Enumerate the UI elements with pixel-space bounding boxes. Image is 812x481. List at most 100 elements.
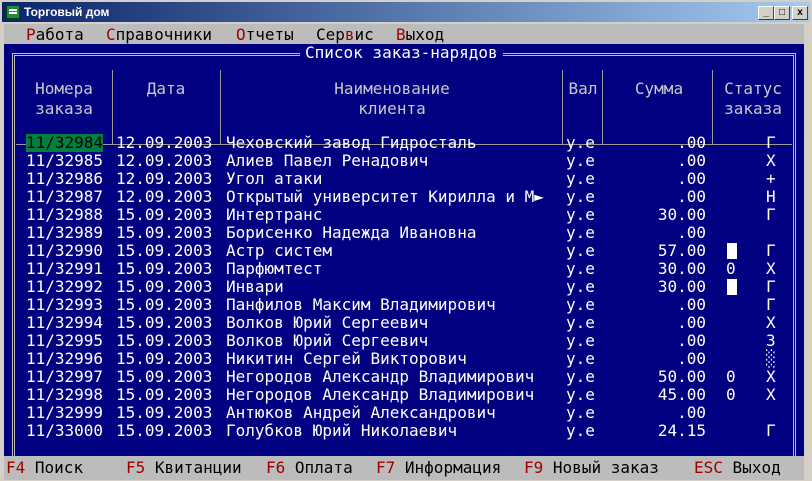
- fkey-label: Оплата: [294, 458, 353, 477]
- date-cell: 12.09.2003: [116, 169, 213, 188]
- status-cell: Х: [766, 367, 776, 386]
- client-cell: Голубков Юрий Николаевич: [226, 421, 458, 440]
- status-cell: Н: [766, 187, 776, 206]
- fkey-f5[interactable]: F5 Квитанции: [126, 458, 242, 478]
- client-cell: Волков Юрий Сергеевич: [226, 313, 429, 332]
- date-cell: 15.09.2003: [116, 241, 213, 260]
- menu-label: абота: [35, 25, 84, 44]
- header-currency: Вал: [568, 79, 598, 98]
- order-number-cell: 11/32991: [26, 259, 104, 278]
- menu-item-vyhod[interactable]: Выход: [396, 26, 444, 44]
- currency-cell: у.е: [566, 187, 595, 206]
- date-cell: 15.09.2003: [116, 313, 213, 332]
- fkey-f4[interactable]: F4 Поиск: [6, 458, 83, 478]
- column-divider: [712, 70, 713, 144]
- client-cell: Астр систем: [226, 241, 332, 260]
- amount-cell: 50.00: [657, 367, 706, 386]
- minimize-button[interactable]: _: [758, 6, 774, 20]
- status-cell: ░: [766, 349, 776, 368]
- order-number-cell: 11/32992: [26, 277, 104, 296]
- client-cell: Борисенко Надежда Ивановна: [226, 223, 477, 242]
- status-cell: Г: [766, 205, 776, 224]
- amount-cell: .00: [677, 295, 706, 314]
- order-number-cell: 11/32995: [26, 331, 104, 350]
- client-cell: Никитин Сергей Викторович: [226, 349, 467, 368]
- currency-cell: у.е: [566, 385, 595, 404]
- amount-cell: .00: [677, 223, 706, 242]
- client-cell: Панфилов Максим Владимирович: [226, 295, 496, 314]
- console-area: Работа Справочники Отчеты Сервис Выход С…: [4, 24, 804, 480]
- fkey-f7[interactable]: F7 Информация: [376, 458, 501, 478]
- date-cell: 15.09.2003: [116, 205, 213, 224]
- menu-label: ис: [354, 25, 374, 44]
- order-number-cell: 11/32993: [26, 295, 104, 314]
- date-cell: 12.09.2003: [116, 151, 213, 170]
- menu-item-spravochniki[interactable]: Справочники: [106, 26, 212, 44]
- menu-label: ыход: [405, 25, 445, 44]
- fkey-key: F6: [266, 458, 286, 477]
- amount-cell: .00: [677, 313, 706, 332]
- amount-cell: 30.00: [657, 205, 706, 224]
- menu-item-otchety[interactable]: Отчеты: [236, 26, 294, 44]
- fkey-f6[interactable]: F6 Оплата: [266, 458, 353, 478]
- status-cell: Г: [766, 277, 776, 296]
- status-cell: Г: [766, 241, 776, 260]
- client-cell: Интертранс: [226, 205, 323, 224]
- client-cell: Волков Юрий Сергеевич: [226, 331, 429, 350]
- column-divider: [112, 70, 113, 144]
- client-cell: Антюков Андрей Александрович: [226, 403, 496, 422]
- amount-cell: 57.00: [657, 241, 706, 260]
- fkey-label: Поиск: [34, 458, 84, 477]
- amount-cell: 45.00: [657, 385, 706, 404]
- amount-cell: 24.15: [657, 421, 706, 440]
- order-number-cell: 11/32996: [26, 349, 104, 368]
- flag-block: [727, 243, 737, 259]
- date-cell: 15.09.2003: [116, 331, 213, 350]
- maximize-button[interactable]: □: [774, 6, 790, 20]
- status-cell: Г: [766, 421, 776, 440]
- date-cell: 15.09.2003: [116, 223, 213, 242]
- currency-cell: у.е: [566, 367, 595, 386]
- order-number-cell: 11/32987: [26, 187, 104, 206]
- status-cell: Г: [766, 133, 776, 152]
- status-cell: Г: [766, 295, 776, 314]
- close-button[interactable]: x: [792, 6, 808, 20]
- menu-hotkey: В: [396, 25, 406, 44]
- order-number-cell: 11/32999: [26, 403, 104, 422]
- header-date: Дата: [146, 79, 186, 98]
- status-cell: Х: [766, 313, 776, 332]
- app-icon: [6, 5, 20, 19]
- currency-cell: у.е: [566, 133, 595, 152]
- fkey-f9[interactable]: F9 Новый заказ: [524, 458, 659, 478]
- date-cell: 12.09.2003: [116, 187, 213, 206]
- date-cell: 15.09.2003: [116, 259, 213, 278]
- window-title: Торговый дом: [24, 5, 110, 19]
- fkey-key: F4: [6, 458, 26, 477]
- fkey-key: F9: [524, 458, 544, 477]
- app-window: Торговый дом _ □ x Работа Справочники От…: [0, 0, 812, 481]
- fkey-label: Квитанции: [154, 458, 242, 477]
- order-number-cell: 11/32984: [26, 133, 104, 152]
- order-number-cell: 11/32998: [26, 385, 104, 404]
- order-number-cell: 11/32990: [26, 241, 104, 260]
- amount-cell: .00: [677, 133, 706, 152]
- currency-cell: у.е: [566, 169, 595, 188]
- column-divider: [562, 70, 563, 144]
- currency-cell: у.е: [566, 151, 595, 170]
- client-cell: Угол атаки: [226, 169, 323, 188]
- currency-cell: у.е: [566, 259, 595, 278]
- date-cell: 12.09.2003: [116, 133, 213, 152]
- client-cell: Алиев Павел Ренадович: [226, 151, 429, 170]
- amount-cell: .00: [677, 349, 706, 368]
- menu-item-rabota[interactable]: Работа: [26, 26, 84, 44]
- date-cell: 15.09.2003: [116, 349, 213, 368]
- fkey-label: Новый заказ: [552, 458, 659, 477]
- status-cell: Х: [766, 385, 776, 404]
- title-bar[interactable]: Торговый дом _ □ x: [2, 2, 810, 22]
- status-cell: +: [766, 169, 776, 188]
- fkey-key: F5: [126, 458, 146, 477]
- fkey-esc[interactable]: ESC Выход: [694, 458, 781, 478]
- currency-cell: у.е: [566, 349, 595, 368]
- menu-item-servis[interactable]: Сервис: [316, 26, 374, 44]
- order-number-cell: 11/32997: [26, 367, 104, 386]
